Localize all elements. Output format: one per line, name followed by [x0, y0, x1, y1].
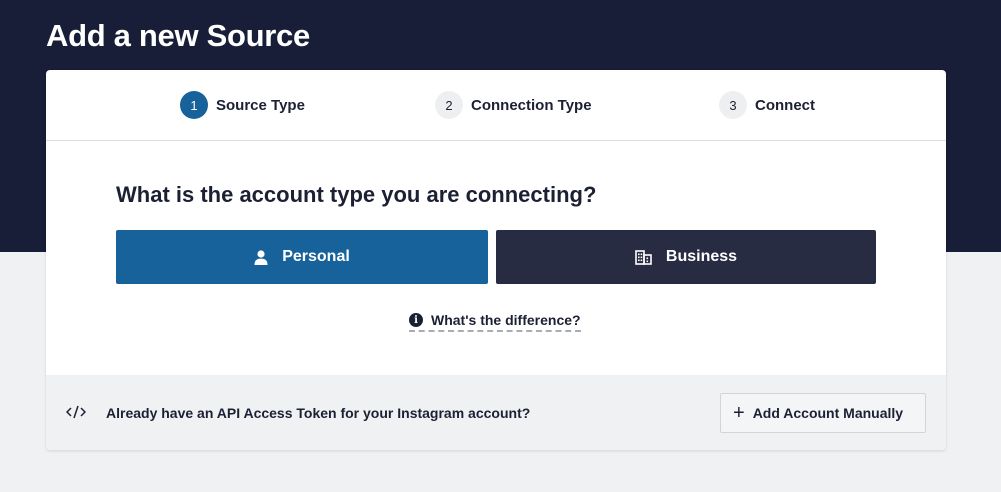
- step-source-type[interactable]: 1 Source Type: [180, 91, 305, 119]
- stepper: 1 Source Type 2 Connection Type 3 Connec…: [46, 70, 946, 141]
- difference-link[interactable]: i What's the difference?: [409, 312, 581, 332]
- account-type-question: What is the account type you are connect…: [116, 182, 597, 207]
- manual-token-footer: Already have an API Access Token for you…: [46, 375, 946, 450]
- plus-icon: +: [733, 402, 745, 424]
- business-button-label: Business: [665, 248, 738, 265]
- step-number: 2: [435, 91, 463, 119]
- step-connection-type[interactable]: 2 Connection Type: [435, 91, 592, 119]
- code-icon: [65, 404, 87, 425]
- business-button[interactable]: Business: [496, 230, 876, 284]
- step-number: 3: [719, 91, 747, 119]
- building-icon: [635, 249, 652, 265]
- step-number: 1: [180, 91, 208, 119]
- step-label: Source Type: [216, 96, 305, 114]
- personal-button[interactable]: Personal: [116, 230, 488, 284]
- difference-link-label: What's the difference?: [431, 312, 581, 328]
- page-title: Add a new Source: [46, 18, 310, 53]
- step-connect[interactable]: 3 Connect: [719, 91, 815, 119]
- info-icon: i: [409, 313, 423, 327]
- add-account-manually-button[interactable]: + Add Account Manually: [720, 393, 926, 433]
- personal-button-label: Personal: [282, 248, 350, 265]
- person-icon: [254, 249, 268, 265]
- api-token-prompt: Already have an API Access Token for you…: [106, 405, 531, 421]
- source-card: 1 Source Type 2 Connection Type 3 Connec…: [46, 70, 946, 450]
- add-account-manually-label: Add Account Manually: [752, 405, 904, 421]
- step-label: Connect: [755, 96, 815, 114]
- step-label: Connection Type: [471, 96, 592, 114]
